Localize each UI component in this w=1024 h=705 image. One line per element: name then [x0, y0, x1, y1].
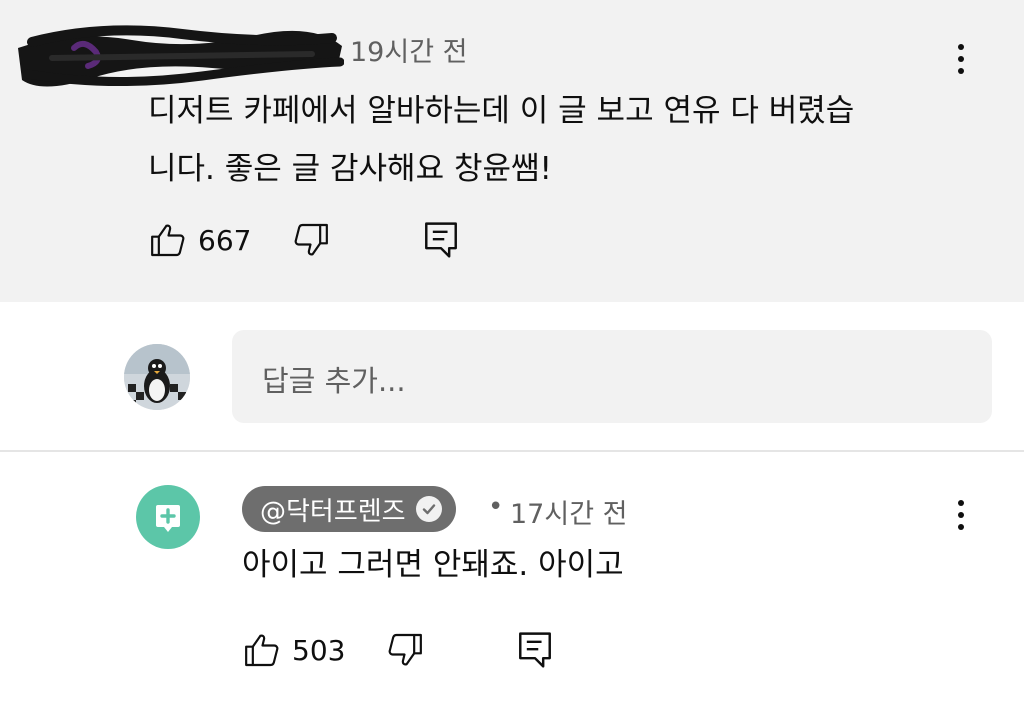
reply-comment-icon[interactable] [517, 630, 553, 670]
reply-comment-icon[interactable] [423, 220, 459, 260]
verified-check-icon [415, 496, 442, 522]
more-options-icon[interactable] [955, 500, 967, 530]
plus-box-icon [156, 505, 180, 532]
reply-timestamp: 17시간 전 [510, 499, 628, 530]
reply-text: 아이고 그러면 안돼죠. 아이고 [242, 547, 624, 583]
highlighted-comment: 19시간 전 디저트 카페에서 알바하는데 이 글 보고 연유 다 버렸습 니다… [0, 0, 1024, 302]
channel-name: @닥터프렌즈 [260, 496, 406, 527]
more-options-icon[interactable] [955, 44, 967, 74]
comment-text: 디저트 카페에서 알바하는데 이 글 보고 연유 다 버렸습 니다. 좋은 글 … [148, 82, 948, 198]
thumbs-up-icon[interactable] [148, 220, 188, 260]
reply-input[interactable]: 답글 추가... [232, 330, 992, 423]
user-avatar[interactable] [124, 344, 190, 410]
thumbs-up-icon[interactable] [242, 630, 282, 670]
reply-actions: 503 [242, 630, 553, 670]
channel-name-badge[interactable]: @닥터프렌즈 [242, 486, 456, 532]
like-count: 667 [198, 223, 252, 257]
redacted-author-scribble [18, 25, 344, 87]
separator-dot: • [488, 492, 504, 522]
comment-actions: 667 [148, 220, 459, 260]
reply-input-placeholder: 답글 추가... [262, 364, 406, 398]
comment-timestamp: 19시간 전 [350, 37, 468, 68]
thumbs-down-icon[interactable] [385, 630, 425, 670]
like-count: 503 [292, 633, 346, 667]
comment-text-line: 디저트 카페에서 알바하는데 이 글 보고 연유 다 버렸습 [148, 93, 855, 129]
comment-text-line: 니다. 좋은 글 감사해요 창윤쌤! [148, 151, 552, 187]
divider [0, 450, 1024, 452]
thumbs-down-icon[interactable] [291, 220, 331, 260]
channel-avatar[interactable] [136, 485, 200, 549]
